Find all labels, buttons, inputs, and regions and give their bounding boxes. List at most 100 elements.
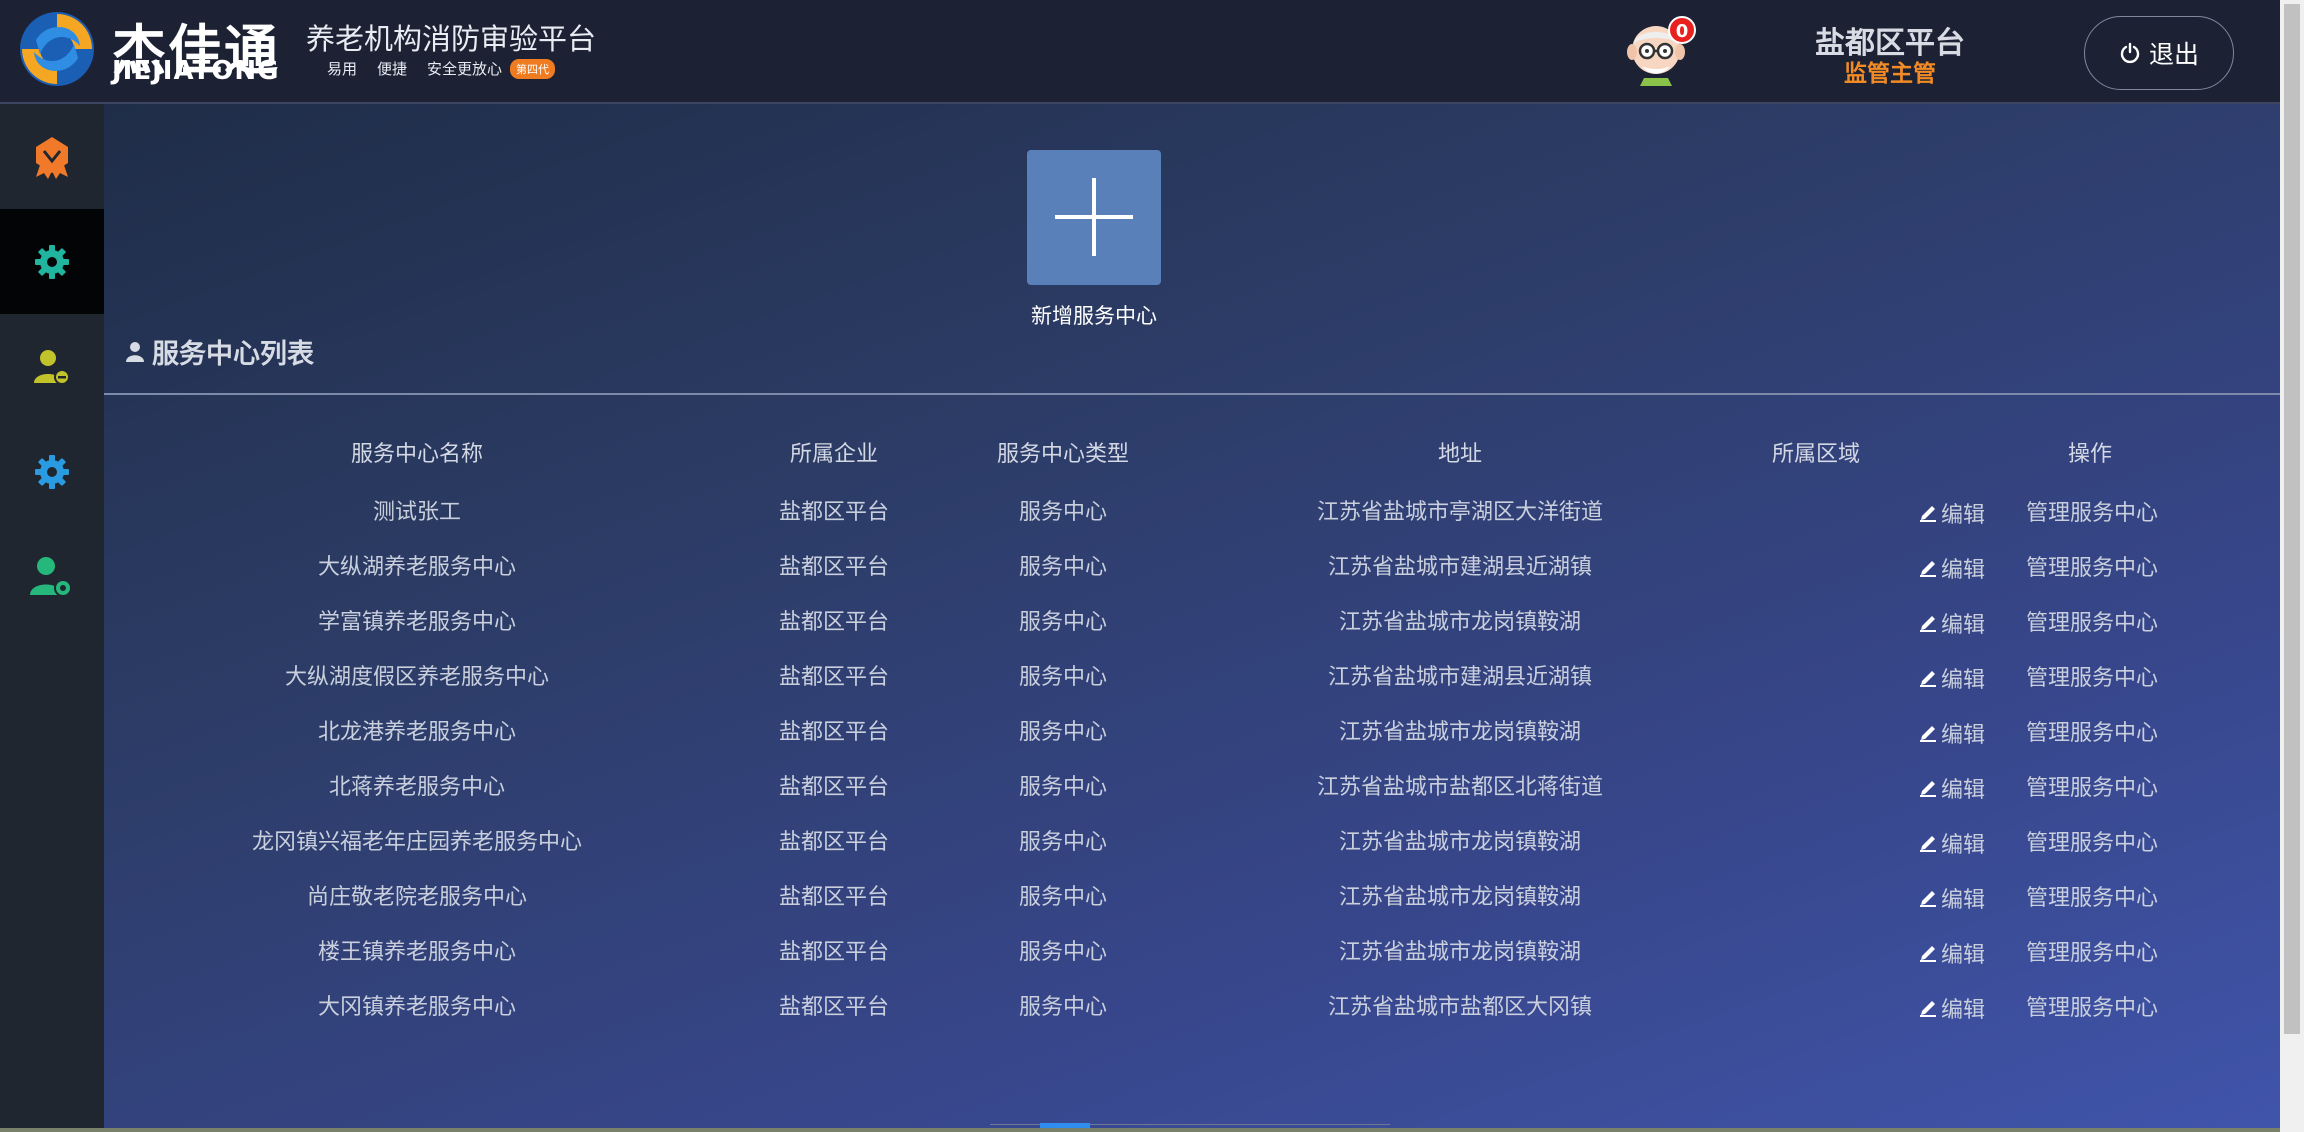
cell-name: 大纵湖养老服务中心	[317, 555, 517, 580]
cell-company: 盐都区平台	[778, 995, 890, 1020]
edit-label: 编辑	[1941, 613, 1986, 638]
pencil-icon	[1920, 1001, 1936, 1017]
manage-label: 管理服务中心	[2026, 831, 2159, 856]
edit-button[interactable]: 编辑	[1918, 607, 1985, 639]
section-title-text: 服务中心列表	[152, 339, 314, 370]
cell-company: 盐都区平台	[778, 940, 890, 965]
column-header-type: 服务中心类型	[996, 442, 1130, 467]
manage-service-center-button[interactable]: 管理服务中心	[2026, 990, 2158, 1022]
manage-label: 管理服务中心	[2026, 941, 2159, 966]
edit-label: 编辑	[1941, 558, 1986, 583]
bottom-strip	[0, 1128, 2280, 1132]
manage-service-center-button[interactable]: 管理服务中心	[2026, 825, 2158, 857]
manage-service-center-button[interactable]: 管理服务中心	[2026, 660, 2158, 692]
gear-icon	[35, 454, 69, 489]
edit-button[interactable]: 编辑	[1918, 497, 1985, 529]
pencil-icon	[1920, 891, 1936, 907]
pencil-icon	[1920, 671, 1936, 687]
pencil-icon	[1920, 836, 1936, 852]
gear-icon	[35, 244, 69, 279]
divider	[104, 393, 2280, 395]
cell-address: 江苏省盐城市龙岗镇鞍湖	[1338, 610, 1582, 635]
edit-button[interactable]: 编辑	[1918, 662, 1985, 694]
cell-company: 盐都区平台	[778, 665, 890, 690]
cell-type: 服务中心	[1018, 500, 1108, 525]
add-service-center-button[interactable]	[1027, 150, 1161, 285]
manage-service-center-button[interactable]: 管理服务中心	[2026, 715, 2158, 747]
cell-company: 盐都区平台	[778, 555, 890, 580]
edit-label: 编辑	[1941, 503, 1986, 528]
cell-name: 测试张工	[372, 500, 462, 525]
logout-label: 退出	[2148, 40, 2199, 69]
cell-name: 北蒋养老服务中心	[328, 775, 506, 800]
notification-count-badge[interactable]: 0	[1668, 16, 1696, 44]
user-gear-icon	[30, 556, 72, 597]
cell-address: 江苏省盐城市建湖县近湖镇	[1327, 555, 1593, 580]
sidebar-item-user-remove[interactable]	[0, 314, 104, 419]
column-header-address: 地址	[1437, 442, 1483, 467]
cell-address: 江苏省盐城市龙岗镇鞍湖	[1338, 940, 1582, 965]
edit-label: 编辑	[1941, 943, 1986, 968]
manage-service-center-button[interactable]: 管理服务中心	[2026, 770, 2158, 802]
logout-button[interactable]: 退出	[2084, 16, 2234, 90]
scrollbar-thumb[interactable]	[2284, 4, 2300, 1034]
manage-service-center-button[interactable]: 管理服务中心	[2026, 880, 2158, 912]
column-header-company: 所属企业	[789, 442, 879, 467]
cell-type: 服务中心	[1018, 720, 1108, 745]
manage-label: 管理服务中心	[2026, 666, 2159, 691]
sidebar-item-settings-active[interactable]	[0, 209, 104, 314]
manage-service-center-button[interactable]: 管理服务中心	[2026, 550, 2158, 582]
edit-label: 编辑	[1941, 833, 1986, 858]
slogan-item: 便捷	[377, 60, 408, 78]
cell-address: 江苏省盐城市龙岗镇鞍湖	[1338, 885, 1582, 910]
cell-type: 服务中心	[1018, 555, 1108, 580]
manage-service-center-button[interactable]: 管理服务中心	[2026, 605, 2158, 637]
cell-type: 服务中心	[1018, 830, 1108, 855]
slogan-item: 安全更放心	[427, 60, 503, 78]
edit-button[interactable]: 编辑	[1918, 882, 1985, 914]
edit-label: 编辑	[1941, 888, 1986, 913]
edit-button[interactable]: 编辑	[1918, 552, 1985, 584]
cell-company: 盐都区平台	[778, 720, 890, 745]
platform-title: 养老机构消防审验平台	[306, 22, 597, 56]
sidebar	[0, 104, 104, 1132]
cell-company: 盐都区平台	[778, 830, 890, 855]
plus-icon	[1055, 178, 1133, 256]
slogan: 易用 便捷 安全更放心 第四代	[327, 58, 556, 79]
sidebar-item-settings[interactable]	[0, 419, 104, 524]
pencil-icon	[1920, 506, 1936, 522]
cell-address: 江苏省盐城市龙岗镇鞍湖	[1338, 830, 1582, 855]
manage-label: 管理服务中心	[2026, 501, 2159, 526]
region-role: 监管主管	[1844, 61, 1936, 87]
manage-service-center-button[interactable]: 管理服务中心	[2026, 935, 2158, 967]
edit-button[interactable]: 编辑	[1918, 992, 1985, 1024]
cell-address: 江苏省盐城市龙岗镇鞍湖	[1338, 720, 1582, 745]
generation-badge: 第四代	[510, 58, 556, 79]
power-icon	[2120, 42, 2140, 64]
edit-button[interactable]: 编辑	[1918, 772, 1985, 804]
cell-name: 楼王镇养老服务中心	[317, 940, 517, 965]
cell-type: 服务中心	[1018, 940, 1108, 965]
cell-address: 江苏省盐城市盐都区北蒋街道	[1316, 775, 1604, 800]
cell-company: 盐都区平台	[778, 885, 890, 910]
manage-label: 管理服务中心	[2026, 886, 2159, 911]
edit-label: 编辑	[1941, 998, 1986, 1023]
cell-name: 尚庄敬老院老服务中心	[306, 885, 528, 910]
column-header-actions: 操作	[2067, 442, 2113, 467]
sidebar-item-user-settings[interactable]	[0, 524, 104, 629]
edit-button[interactable]: 编辑	[1918, 717, 1985, 749]
jiejiatong-logo-icon	[20, 12, 94, 86]
edit-label: 编辑	[1941, 723, 1986, 748]
edit-button[interactable]: 编辑	[1918, 827, 1985, 859]
cell-name: 北龙港养老服务中心	[317, 720, 517, 745]
pencil-icon	[1920, 781, 1936, 797]
cell-company: 盐都区平台	[778, 775, 890, 800]
add-service-center-label[interactable]: 新增服务中心	[984, 300, 1204, 330]
manage-label: 管理服务中心	[2026, 556, 2159, 581]
edit-button[interactable]: 编辑	[1918, 937, 1985, 969]
manage-service-center-button[interactable]: 管理服务中心	[2026, 495, 2158, 527]
cell-type: 服务中心	[1018, 610, 1108, 635]
sidebar-item-badge[interactable]	[0, 104, 104, 209]
cell-name: 学富镇养老服务中心	[317, 610, 517, 635]
manage-label: 管理服务中心	[2026, 996, 2159, 1021]
